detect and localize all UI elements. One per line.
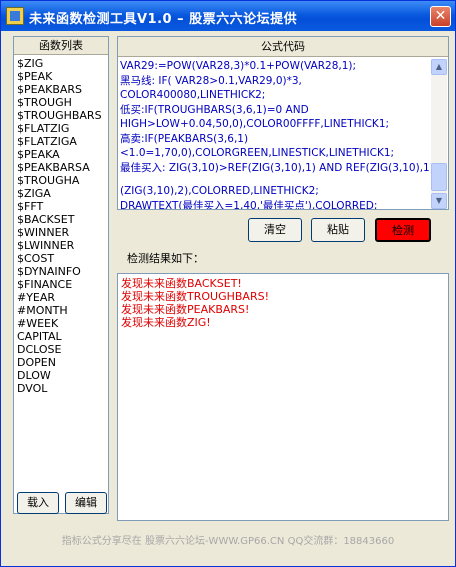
code-line: HIGH>LOW+0.04,50,0),COLOR00FFFF,LINETHIC… bbox=[120, 118, 390, 130]
scroll-thumb[interactable] bbox=[431, 163, 447, 191]
scroll-down-icon[interactable]: ▼ bbox=[431, 193, 447, 209]
result-label: 检测结果如下： bbox=[127, 252, 204, 265]
check-button[interactable]: 检测 bbox=[375, 218, 431, 242]
code-line: 黑马线: IF( VAR28>0.1,VAR29,0)*3, bbox=[120, 74, 302, 87]
result-panel: 发现未来函数BACKSET! 发现未来函数TROUGHBARS! 发现未来函数PEA… bbox=[117, 273, 449, 521]
result-line: 发现未来函数TROUGHBARS! bbox=[121, 290, 269, 303]
load-button[interactable]: 载入 bbox=[17, 492, 59, 514]
function-list-item[interactable]: DLOW bbox=[17, 369, 108, 382]
scroll-up-icon[interactable]: ▲ bbox=[431, 59, 447, 75]
function-list-item[interactable]: $FLATZIGA bbox=[17, 135, 108, 148]
close-icon: ✕ bbox=[434, 8, 447, 24]
app-window: 未来函数检测工具V1.0 – 股票六六论坛提供 ✕ 函数列表 $ZIG $PEAK… bbox=[0, 0, 456, 567]
paste-button[interactable]: 粘贴 bbox=[311, 218, 365, 242]
edit-button[interactable]: 编辑 bbox=[65, 492, 107, 514]
result-line: 发现未来函数ZIG! bbox=[121, 316, 211, 329]
window-title: 未来函数检测工具V1.0 – 股票六六论坛提供 bbox=[29, 12, 298, 27]
function-list-item[interactable]: $TROUGHBARS bbox=[17, 109, 108, 122]
function-list[interactable]: $ZIG $PEAK $PEAKBARS $TROUGH $TROUGHBARS $FLA… bbox=[14, 55, 108, 395]
formula-code-header: 公式代码 bbox=[118, 37, 448, 57]
code-line: VAR29:=POW(VAR28,3)*0.1+POW(VAR28,1); bbox=[120, 60, 357, 72]
function-list-item[interactable]: $ZIGA bbox=[17, 187, 108, 200]
title-bar[interactable]: 未来函数检测工具V1.0 – 股票六六论坛提供 ✕ bbox=[1, 1, 455, 31]
function-list-item[interactable]: $PEAK bbox=[17, 70, 108, 83]
result-line: 发现未来函数BACKSET! bbox=[121, 277, 242, 290]
function-list-item[interactable]: $PEAKA bbox=[17, 148, 108, 161]
code-line: DRAWTEXT(最佳买入=1,40,'最佳买点'),COLORRED; bbox=[120, 199, 378, 210]
function-list-item[interactable]: DCLOSE bbox=[17, 343, 108, 356]
function-list-item[interactable]: $FLATZIG bbox=[17, 122, 108, 135]
function-list-header: 函数列表 bbox=[14, 37, 108, 55]
function-list-item[interactable]: #MONTH bbox=[17, 304, 108, 317]
function-list-item[interactable]: $FFT bbox=[17, 200, 108, 213]
function-list-item[interactable]: $WINNER bbox=[17, 226, 108, 239]
clear-button[interactable]: 清空 bbox=[248, 218, 302, 242]
function-list-item[interactable]: DVOL bbox=[17, 382, 108, 395]
code-line: 低买:IF(TROUGHBARS(3,6,1)=0 AND bbox=[120, 103, 309, 116]
function-list-item[interactable]: $PEAKBARS bbox=[17, 83, 108, 96]
formula-code-editor[interactable]: VAR29:=POW(VAR28,3)*0.1+POW(VAR28,1); 黑马线… bbox=[120, 59, 431, 209]
function-list-panel: 函数列表 $ZIG $PEAK $PEAKBARS $TROUGH $TROUGHBAR… bbox=[13, 36, 109, 514]
function-list-item[interactable]: $LWINNER bbox=[17, 239, 108, 252]
function-list-item[interactable]: $FINANCE bbox=[17, 278, 108, 291]
result-output[interactable]: 发现未来函数BACKSET! 发现未来函数TROUGHBARS! 发现未来函数PEA… bbox=[118, 274, 448, 332]
function-list-item[interactable]: $COST bbox=[17, 252, 108, 265]
function-list-item[interactable]: $DYNAINFO bbox=[17, 265, 108, 278]
close-button[interactable]: ✕ bbox=[430, 6, 451, 27]
result-line: 发现未来函数PEAKBARS! bbox=[121, 303, 250, 316]
function-list-item[interactable]: CAPITAL bbox=[17, 330, 108, 343]
function-list-item[interactable]: $TROUGH bbox=[17, 96, 108, 109]
function-list-item[interactable]: DOPEN bbox=[17, 356, 108, 369]
function-list-item[interactable]: $ZIG bbox=[17, 57, 108, 70]
app-icon bbox=[6, 7, 24, 25]
function-list-item[interactable]: #YEAR bbox=[17, 291, 108, 304]
code-line: 高卖:IF(PEAKBARS(3,6,1) bbox=[120, 132, 249, 145]
code-line: (ZIG(3,10),2),COLORRED,LINETHICK2; bbox=[120, 185, 319, 197]
footer-text: 指标公式分享尽在 股票六六论坛-WWW.GP66.CN QQ交流群：188436… bbox=[61, 536, 395, 547]
code-line: <1.0=1,70,0),COLORGREEN,LINESTICK,LINETH… bbox=[120, 147, 395, 159]
code-scrollbar[interactable]: ▲ ▼ bbox=[431, 59, 447, 209]
formula-code-panel: 公式代码 VAR29:=POW(VAR28,3)*0.1+POW(VAR28,1… bbox=[117, 36, 449, 210]
code-line: COLOR400080,LINETHICK2; bbox=[120, 89, 266, 101]
function-list-item[interactable]: #WEEK bbox=[17, 317, 108, 330]
function-list-item[interactable]: $PEAKBARSA bbox=[17, 161, 108, 174]
function-list-item[interactable]: $BACKSET bbox=[17, 213, 108, 226]
code-line: 最佳买入: ZIG(3,10)>REF(ZIG(3,10),1) AND REF… bbox=[120, 161, 431, 174]
function-list-item[interactable]: $TROUGHA bbox=[17, 174, 108, 187]
